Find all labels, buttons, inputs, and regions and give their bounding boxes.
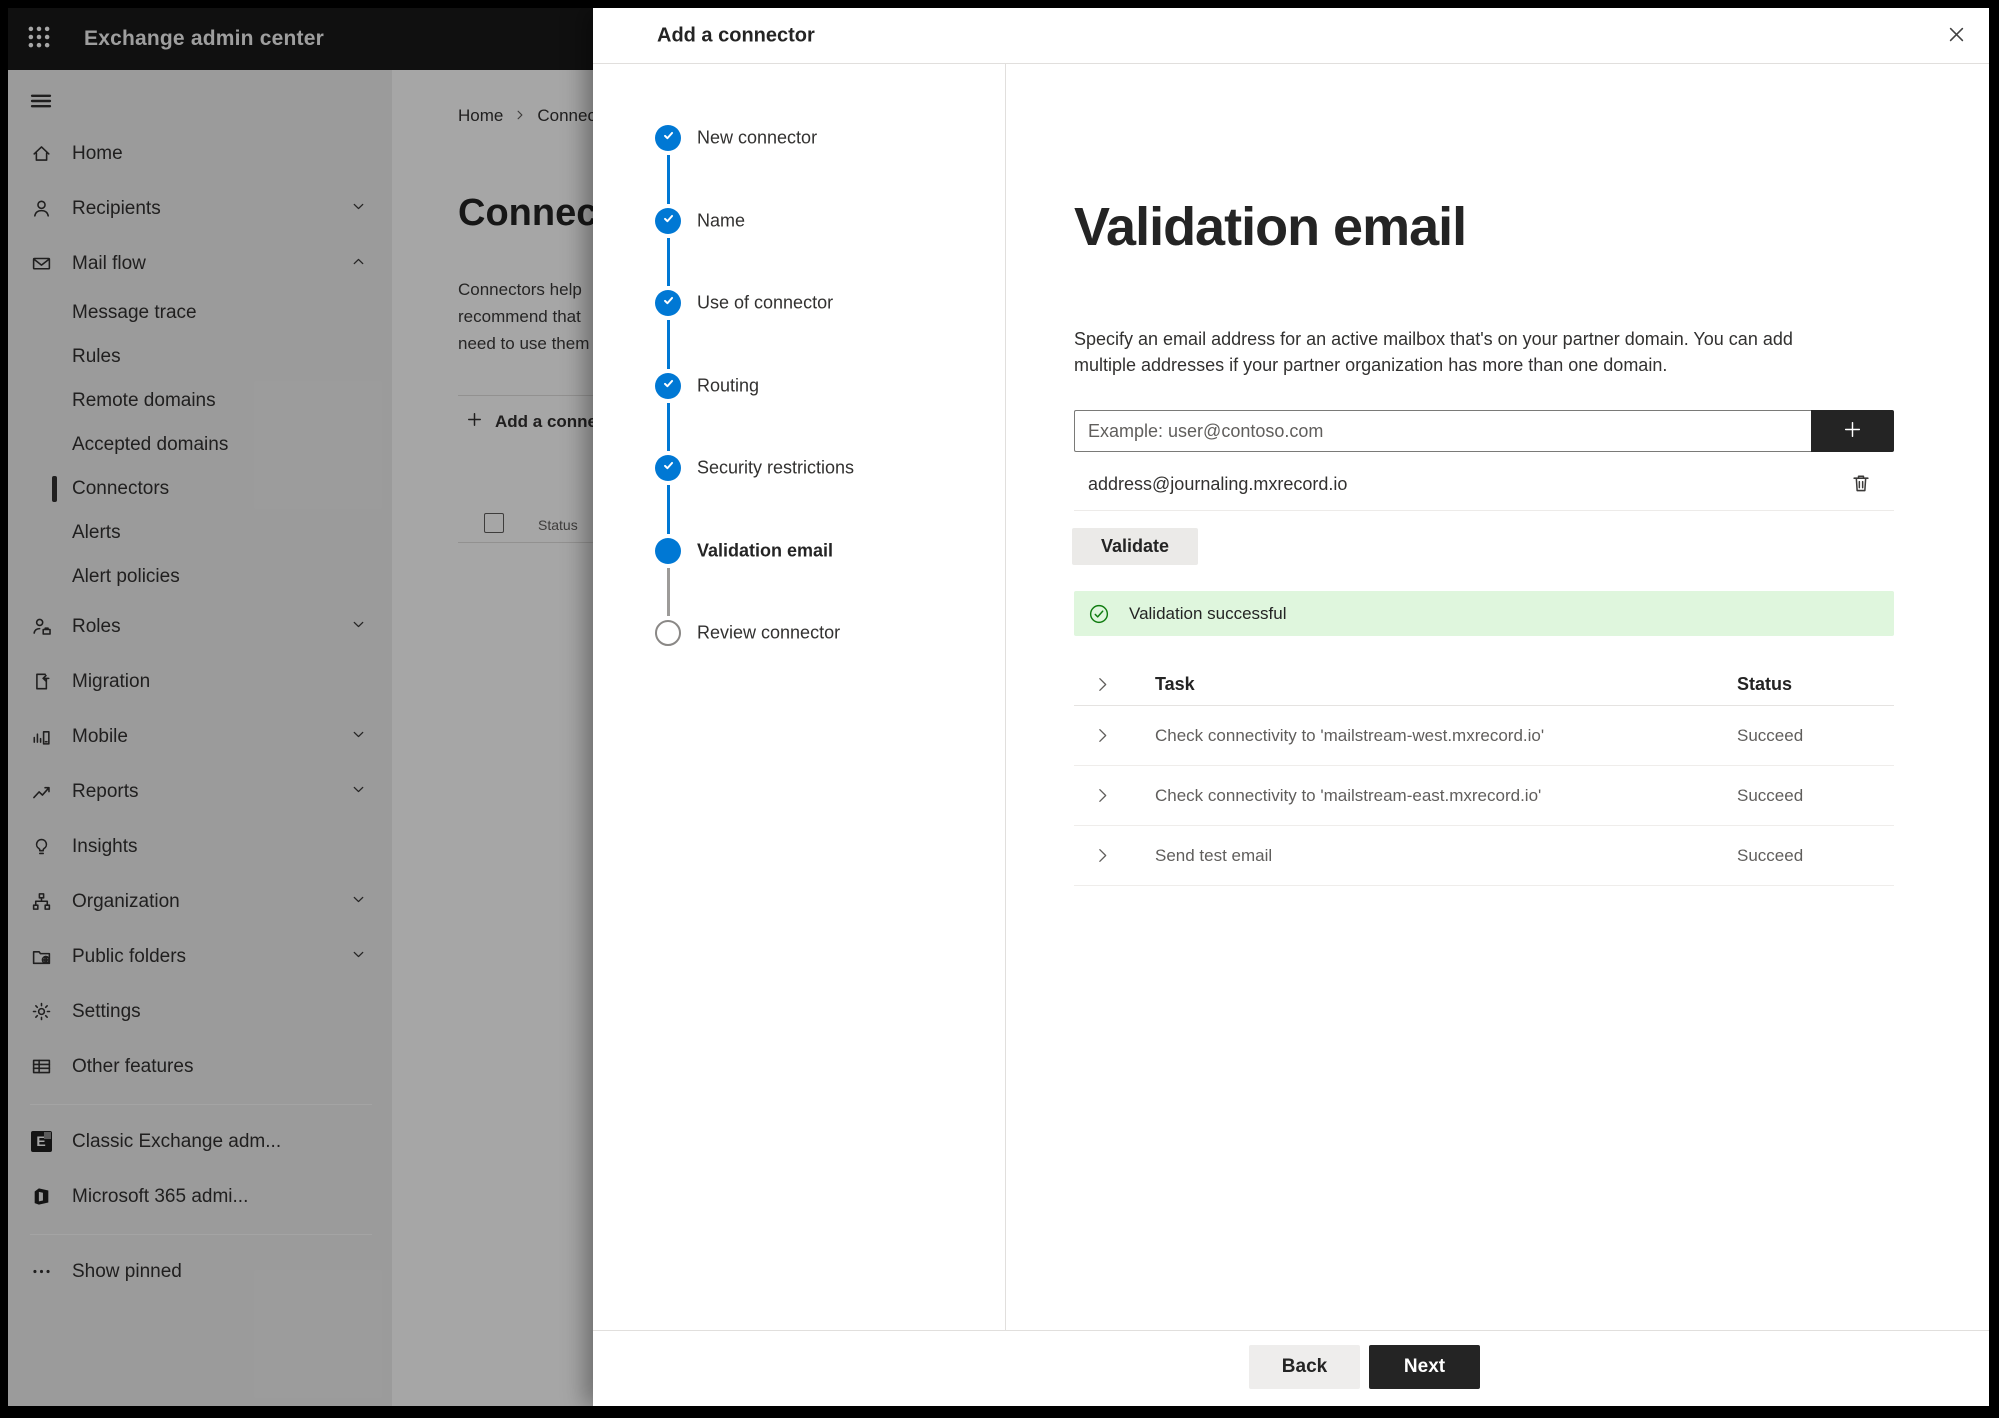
task-row[interactable]: Check connectivity to 'mailstream-east.m… <box>1074 766 1894 826</box>
step-indicator-new-connector <box>655 125 681 151</box>
chevron-right-icon[interactable] <box>1094 787 1112 805</box>
app-window: Exchange admin center Home Recipients Mail… <box>8 8 1989 1406</box>
dialog-body: New connector Name Use of connector Routing… <box>593 64 1989 1330</box>
step-label-new-connector: New connector <box>697 127 818 148</box>
step-indicator-routing <box>655 372 681 399</box>
step-label-security-restrictions: Security restrictions <box>697 457 855 478</box>
chevron-right-icon[interactable] <box>1094 847 1112 865</box>
add-connector-dialog: Add a connector New connector Name Use of … <box>593 8 1989 1406</box>
wizard-steps: New connector Name Use of connector Routing… <box>593 64 1006 1330</box>
step-label-routing: Routing <box>697 375 760 395</box>
add-address-button[interactable] <box>1811 410 1894 452</box>
task-name: Send test email <box>1155 845 1273 865</box>
check-icon <box>661 376 676 396</box>
trash-icon <box>1850 475 1872 498</box>
dialog-content: Validation email Specify an email addres… <box>1007 64 1989 1330</box>
close-button[interactable] <box>1941 22 1971 52</box>
task-row[interactable]: Send test email Succeed <box>1074 826 1894 886</box>
task-table-header: Task Status <box>1074 664 1894 706</box>
step-heading: Validation email <box>1074 197 1467 257</box>
delete-address-button[interactable] <box>1850 472 1874 496</box>
step-description: Specify an email address for an active m… <box>1074 329 1793 375</box>
step-connector <box>667 320 670 369</box>
task-table: Task Status Check connectivity to 'mails… <box>1074 664 1894 886</box>
status-column-header: Status <box>1737 674 1793 694</box>
step-connector <box>667 485 670 534</box>
back-button[interactable]: Back <box>1249 1345 1360 1389</box>
chevron-right-icon[interactable] <box>1094 676 1112 694</box>
step-label-name: Name <box>697 210 746 230</box>
step-label-validation-email: Validation email <box>697 540 834 560</box>
check-icon <box>661 211 676 231</box>
step-indicator-name <box>655 207 681 234</box>
email-input-row <box>1074 410 1894 452</box>
check-icon <box>661 458 676 478</box>
step-indicator-use-of-connector <box>655 290 681 316</box>
task-status: Succeed <box>1737 725 1804 745</box>
step-label-use-of-connector: Use of connector <box>697 292 834 313</box>
chevron-right-icon[interactable] <box>1094 727 1112 745</box>
task-status: Succeed <box>1737 785 1804 805</box>
step-connector <box>667 567 670 616</box>
check-icon <box>661 293 676 313</box>
step-indicator-validation-email <box>655 537 681 564</box>
dialog-title: Add a connector <box>657 24 815 46</box>
task-name: Check connectivity to 'mailstream-west.m… <box>1155 725 1545 745</box>
task-table-body: Check connectivity to 'mailstream-west.m… <box>1074 706 1894 886</box>
dialog-footer: Back Next <box>593 1330 1989 1406</box>
step-connector <box>667 402 670 451</box>
validation-success-banner: Validation successful <box>1074 591 1894 636</box>
plus-icon <box>1842 419 1863 443</box>
added-address-row: address@journaling.mxrecord.io <box>1074 458 1894 511</box>
task-column-header: Task <box>1155 674 1195 694</box>
step-connector <box>667 155 670 204</box>
validate-button[interactable]: Validate <box>1072 528 1198 565</box>
task-row[interactable]: Check connectivity to 'mailstream-west.m… <box>1074 706 1894 766</box>
email-input[interactable] <box>1074 410 1811 452</box>
step-indicator-security-restrictions <box>655 455 681 481</box>
task-name: Check connectivity to 'mailstream-east.m… <box>1155 785 1542 805</box>
added-address: address@journaling.mxrecord.io <box>1088 473 1348 494</box>
next-button[interactable]: Next <box>1369 1345 1480 1389</box>
success-check-circle-icon <box>1088 603 1110 625</box>
step-label-review-connector: Review connector <box>697 622 841 643</box>
check-icon <box>661 128 676 148</box>
step-connector <box>667 237 670 286</box>
step-indicator-review-connector <box>655 620 681 646</box>
success-message: Validation successful <box>1129 603 1287 623</box>
task-status: Succeed <box>1737 845 1804 865</box>
dialog-header: Add a connector <box>593 8 1989 64</box>
close-icon <box>1946 24 1967 50</box>
